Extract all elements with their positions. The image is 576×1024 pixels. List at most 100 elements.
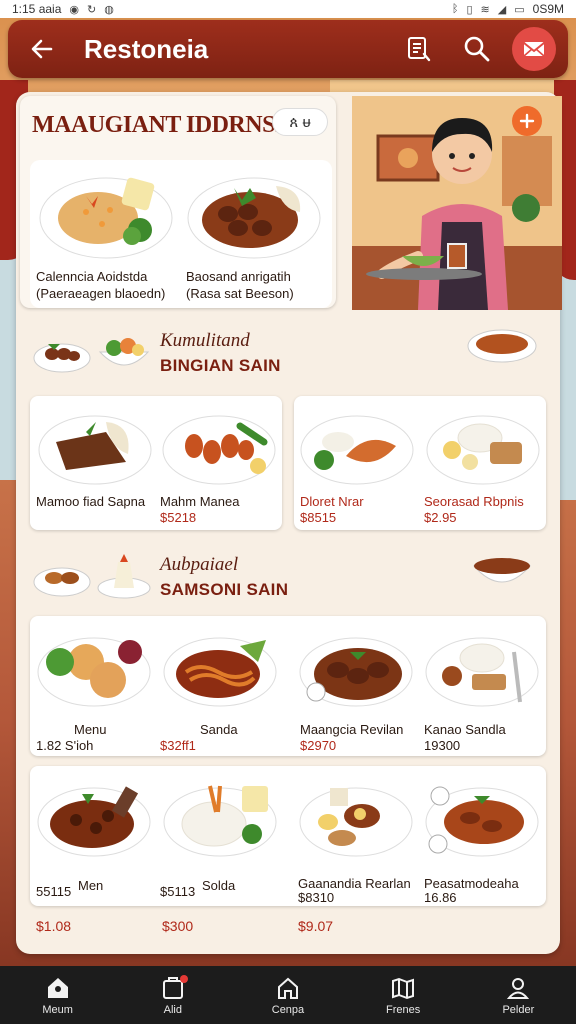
fried-chicken-plate-icon — [33, 567, 91, 597]
nav-item-meum[interactable]: Meum — [13, 975, 103, 1016]
fried-rice-plate-image[interactable] — [36, 166, 176, 262]
menu-list-button[interactable] — [396, 26, 442, 72]
sausage-plate-image[interactable] — [160, 402, 278, 488]
item-price: $5113 — [160, 884, 196, 899]
stir-fry-plate-image[interactable] — [422, 772, 542, 862]
bottom-navigation: Meum Alid Cenpa Frenes Pelder — [0, 966, 576, 1024]
item-name: Maangcia Revilan — [300, 722, 404, 737]
nav-label: Pelder — [502, 1003, 535, 1016]
curry-plate-image[interactable] — [34, 772, 154, 862]
nav-label: Meum — [42, 1003, 73, 1016]
bread-plate-image[interactable] — [34, 622, 154, 712]
item-name: Kanao Sandla — [424, 722, 506, 737]
notification-icon: ◉ — [69, 3, 79, 16]
sync-icon: ↻ — [87, 3, 97, 16]
vibrate-icon: ▯ — [466, 3, 473, 16]
search-icon — [464, 36, 490, 62]
section-header-1: Kumulitand BINGIAN SAIN — [24, 322, 544, 386]
item-price: $2.95 — [424, 510, 457, 525]
battery-icon: ▭ — [514, 3, 525, 16]
item-name: Mahm Manea — [160, 494, 240, 509]
add-button[interactable] — [512, 106, 542, 136]
nav-item-pelder[interactable]: Pelder — [473, 975, 563, 1016]
mixed-rice-plate-image[interactable] — [422, 622, 542, 712]
item-price: 16.86 — [424, 890, 457, 905]
back-arrow-icon — [31, 39, 53, 59]
notification-badge — [179, 974, 188, 983]
nav-item-cenpa[interactable]: Cenpa — [243, 975, 333, 1016]
item-name: Sanda — [200, 722, 238, 737]
item-name: Seorasad Rbpnis — [424, 494, 524, 509]
item-price: $8310 — [298, 890, 335, 905]
back-button[interactable] — [20, 27, 64, 71]
hero-dishes: Calenncia Aoidstda (Paeraeagen blaoedn) … — [30, 160, 332, 308]
item-name: Menu — [74, 722, 107, 737]
wifi-icon: ≋ — [480, 3, 490, 16]
rice-bowl-plate-image[interactable] — [160, 772, 280, 862]
plus-icon — [519, 113, 535, 129]
beef-plate-image[interactable] — [36, 402, 154, 488]
nav-item-alid[interactable]: Alid — [128, 974, 218, 1016]
item-price: 55115 — [36, 884, 72, 899]
salad-bowl-icon — [98, 338, 150, 366]
item-price: $2970 — [300, 738, 337, 753]
hero-item-2-subtitle: (Rasa sat Beeson) — [186, 286, 294, 301]
item-price: $5218 — [160, 510, 197, 525]
item-name: Dloret Nrar — [300, 494, 364, 509]
app-title: Restoneia — [84, 33, 209, 64]
grilled-fish-plate-image[interactable] — [298, 402, 416, 488]
combo-plate-image[interactable] — [296, 772, 416, 862]
profile-icon — [507, 977, 530, 999]
status-bar: 1:15 aaia ◉ ↻ ◍ ᛒ ▯ ≋ ◢ ▭ 0S9M — [0, 0, 576, 18]
footer-price: $9.07 — [298, 918, 334, 934]
signal-icon: ◢ — [497, 3, 507, 16]
menu-list-icon — [408, 37, 431, 62]
nav-label: Alid — [163, 1003, 182, 1016]
section-2-title: SAMSONI SAIN — [160, 580, 289, 599]
item-name: Peasatmodeaha — [424, 876, 519, 891]
footer-price: $1.08 — [36, 918, 72, 934]
nav-label: Frenes — [386, 1003, 421, 1016]
vpn-icon: ◍ — [104, 3, 114, 16]
rendang-plate-image[interactable] — [184, 166, 324, 262]
house-icon — [277, 977, 298, 999]
hero-title: MAAUGIANT IDDRNSIA — [32, 112, 301, 138]
item-price: 1.82 S'ioh — [36, 738, 94, 753]
item-name: Solda — [202, 878, 236, 893]
item-name: Men — [78, 878, 104, 893]
item-price: $8515 — [300, 510, 337, 525]
footer-price: $300 — [162, 918, 194, 934]
sauce-bowl-icon — [472, 558, 532, 583]
section-2-card-row-1: Menu 1.82 S'ioh Sanda $32ff1 Maangcia Re… — [30, 616, 546, 756]
hero-item-1-subtitle: (Paeraeagen blaoedn) — [36, 286, 166, 301]
status-time: 1:15 aaia — [12, 2, 62, 16]
noodle-plate-image[interactable] — [160, 622, 280, 712]
item-name: Gaanandia Rearlan — [298, 876, 411, 891]
status-right-text: 0S9M — [532, 2, 564, 16]
section-1-subtitle: Kumulitand — [160, 330, 250, 351]
envelope-icon — [523, 42, 545, 57]
hero-item-1-name: Calenncia Aoidstda — [36, 269, 148, 284]
search-button[interactable] — [454, 26, 500, 72]
rice-cone-icon — [97, 554, 151, 599]
rice-platter-image[interactable] — [424, 402, 542, 488]
section-1-card-right: Dloret Nrar $8515 Seorasad Rbpnis $2.95 — [294, 396, 546, 530]
meatball-plate-image[interactable] — [296, 622, 416, 712]
item-name: Mamoo fiad Sapna — [36, 494, 146, 509]
nav-item-frenes[interactable]: Frenes — [358, 975, 448, 1016]
section-header-2: Aubpaiael SAMSONI SAIN — [24, 546, 544, 610]
section-2-subtitle: Aubpaiael — [160, 554, 239, 575]
home-icon — [47, 977, 68, 998]
hero-card: MAAUGIANT IDDRNSIA ጰ ᵾ Calenncia Aoidstd… — [20, 96, 336, 308]
section-2-card-row-2: Men 55115 Solda $5113 Gaanandia Rearlan … — [30, 766, 546, 906]
item-price: $32ff1 — [160, 738, 196, 753]
soup-bowl-icon — [467, 329, 537, 363]
hero-item-2-name: Baosand anrigatih — [186, 269, 291, 284]
section-1-title: BINGIAN SAIN — [160, 356, 281, 375]
cart-button[interactable] — [512, 27, 556, 71]
map-icon — [392, 977, 415, 999]
item-price: 19300 — [424, 738, 461, 753]
language-toggle[interactable]: ጰ ᵾ — [272, 108, 328, 136]
nav-label: Cenpa — [271, 1003, 305, 1016]
app-bar: Restoneia — [8, 20, 568, 78]
